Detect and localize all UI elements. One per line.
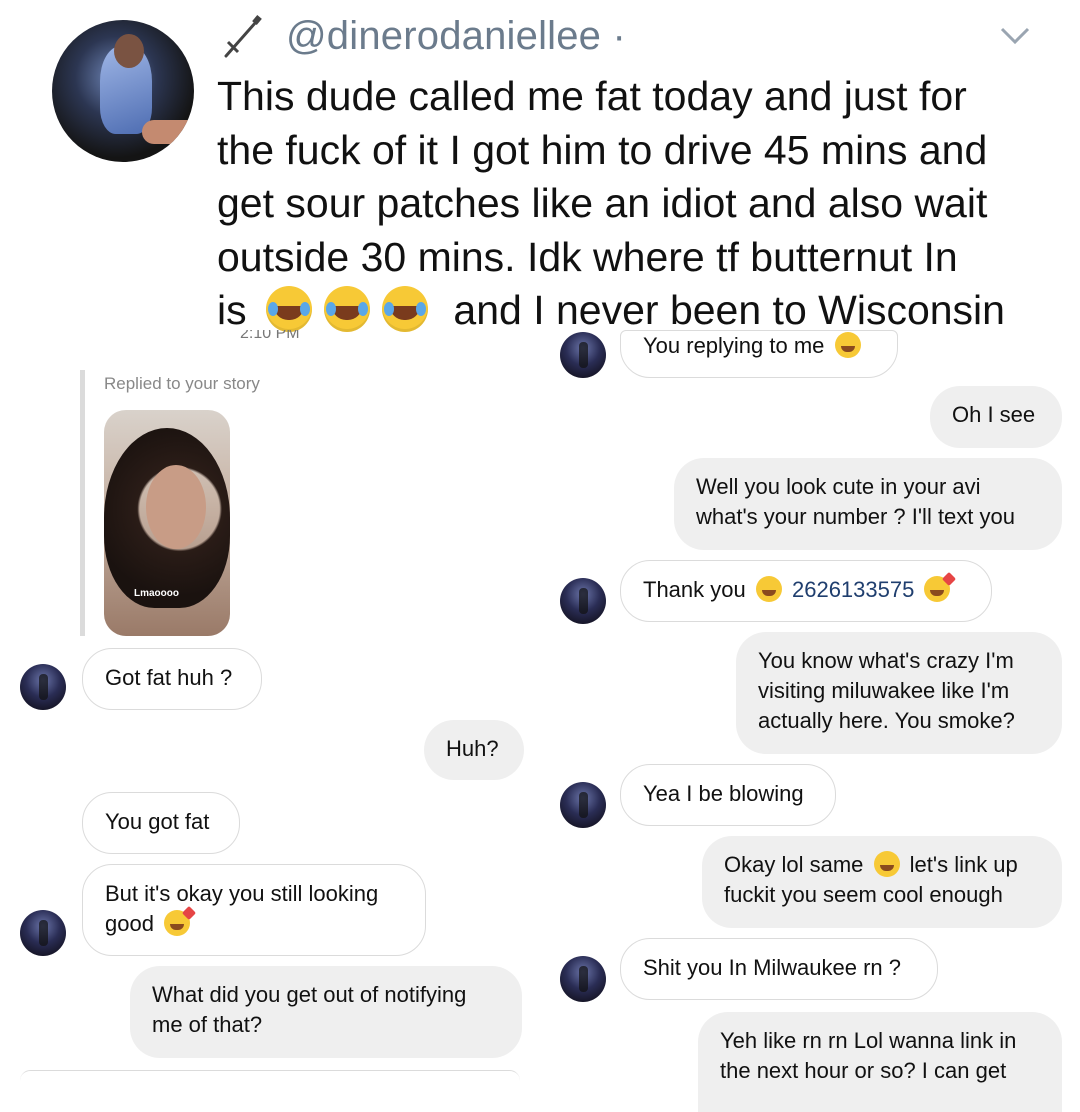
sweat-smile-emoji bbox=[834, 332, 861, 358]
tears-of-joy-emoji bbox=[324, 286, 371, 332]
story-reply-label: Replied to your story bbox=[104, 374, 260, 393]
dagger-icon bbox=[224, 15, 262, 58]
sender-avatar[interactable] bbox=[560, 956, 606, 1002]
tweet-handle[interactable]: @dinerodaniellee · bbox=[286, 14, 626, 59]
message-bubble-outgoing[interactable]: What did you get out of notifying me of … bbox=[130, 966, 522, 1058]
message-bubble-incoming[interactable]: But it's okay you still looking good bbox=[82, 864, 426, 956]
relieved-emoji bbox=[755, 576, 782, 602]
message-bubble-incoming[interactable]: You got fat bbox=[82, 792, 240, 854]
tweet-text: This dude called me fat today and just f… bbox=[217, 70, 1057, 338]
tweet-line: get sour patches like an idiot and also … bbox=[217, 180, 988, 226]
kiss-emoji bbox=[164, 910, 191, 936]
blush-emoji bbox=[873, 851, 900, 877]
message-bubble-incoming[interactable]: Got fat huh ? bbox=[82, 648, 262, 710]
story-reply-bar bbox=[80, 370, 85, 636]
chevron-down-icon[interactable] bbox=[1000, 26, 1030, 46]
tears-of-joy-emoji bbox=[382, 286, 429, 332]
sender-avatar[interactable] bbox=[560, 782, 606, 828]
message-bubble-outgoing[interactable]: Oh I see bbox=[930, 386, 1062, 448]
story-thumbnail[interactable]: Lmaoooo bbox=[104, 410, 230, 636]
profile-avatar[interactable] bbox=[52, 20, 194, 162]
tweet-line: This dude called me fat today and just f… bbox=[217, 73, 967, 119]
sender-avatar[interactable] bbox=[560, 578, 606, 624]
sender-avatar[interactable] bbox=[560, 332, 606, 378]
kiss-emoji bbox=[924, 576, 951, 602]
tears-of-joy-emoji bbox=[266, 286, 313, 332]
message-bubble-incoming[interactable]: Yea I be blowing bbox=[620, 764, 836, 826]
tweet-line: outside 30 mins. Idk where tf butternut … bbox=[217, 233, 958, 280]
message-bubble-outgoing[interactable]: Yeh like rn rn Lol wanna link in the nex… bbox=[698, 1012, 1062, 1112]
message-bubble-partial bbox=[20, 1070, 520, 1091]
message-bubble-outgoing[interactable]: You know what's crazy I'm visiting miluw… bbox=[736, 632, 1062, 754]
message-bubble-outgoing[interactable]: Huh? bbox=[424, 720, 524, 780]
cut-timestamp: 2:10 PM bbox=[240, 330, 300, 342]
message-bubble-incoming[interactable]: Shit you In Milwaukee rn ? bbox=[620, 938, 938, 1000]
phone-number-link[interactable]: 2626133575 bbox=[792, 577, 914, 602]
message-bubble-outgoing[interactable]: Well you look cute in your avi what's yo… bbox=[674, 458, 1062, 550]
sender-avatar[interactable] bbox=[20, 910, 66, 956]
message-bubble-incoming[interactable]: You replying to me bbox=[620, 330, 898, 378]
sender-avatar[interactable] bbox=[20, 664, 66, 710]
message-bubble-incoming[interactable]: Thank you 2626133575 bbox=[620, 560, 992, 622]
tweet-line: the fuck of it I got him to drive 45 min… bbox=[217, 126, 988, 173]
story-caption: Lmaoooo bbox=[134, 588, 179, 599]
message-bubble-outgoing[interactable]: Okay lol same let's link up fuckit you s… bbox=[702, 836, 1062, 928]
